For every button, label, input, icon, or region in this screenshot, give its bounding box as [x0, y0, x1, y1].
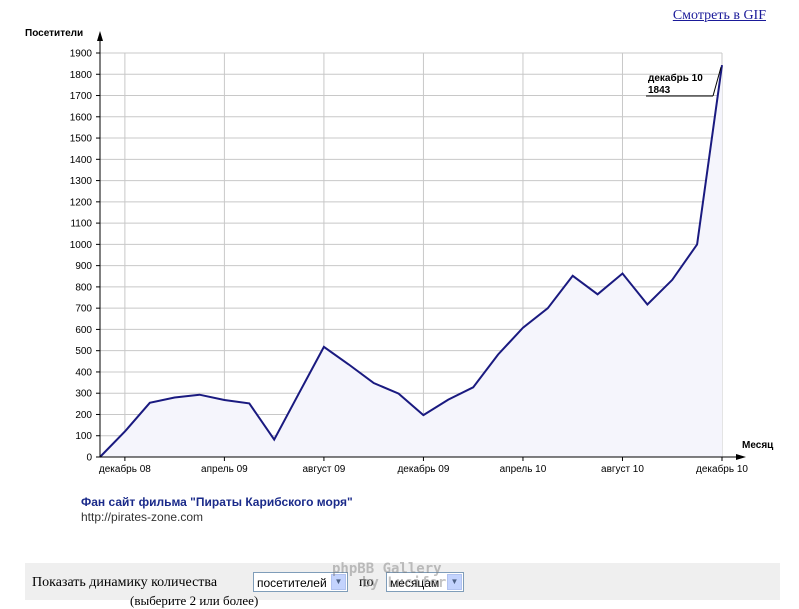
x-tick-label: август 09: [302, 464, 345, 475]
y-axis-title: Посетители: [25, 28, 83, 39]
y-tick-label: 1800: [70, 70, 93, 81]
y-tick-label: 300: [75, 389, 92, 400]
y-tick-label: 200: [75, 410, 92, 421]
watermark-line-2: by Lucifer: [362, 575, 447, 591]
y-tick-label: 1600: [70, 112, 93, 123]
y-tick-label: 1000: [70, 240, 93, 251]
quantity-select-value: посетителей: [257, 576, 327, 590]
y-tick-label: 1700: [70, 91, 93, 102]
x-tick-label: декабрь 08: [99, 463, 151, 475]
y-axis-arrow: [97, 31, 103, 41]
chevron-down-icon: ▼: [447, 574, 462, 590]
y-tick-label: 1400: [70, 155, 93, 166]
x-tick-label: декабрь 10: [696, 463, 748, 475]
y-tick-label: 1100: [70, 219, 92, 230]
y-tick-label: 700: [75, 304, 92, 315]
watermark-line-1: phpBB Gallery: [332, 561, 442, 577]
y-tick-labels: 0 100 200 300 400 500 600 700 800 900 1000 1100 1200…: [70, 49, 93, 464]
x-tick-label: август 10: [601, 464, 644, 475]
y-tick-label: 0: [86, 453, 92, 464]
site-url: http://pirates-zone.com: [81, 510, 204, 524]
y-tick-label: 1300: [70, 176, 93, 187]
annotation-label: декабрь 10: [648, 72, 703, 84]
x-tick-label: декабрь 09: [397, 463, 449, 475]
x-tick-label: апрель 10: [500, 464, 547, 475]
x-tick-label: апрель 09: [201, 464, 248, 475]
x-axis-arrow: [736, 454, 746, 460]
show-dynamics-label: Показать динамику количества: [32, 575, 218, 590]
visitors-chart: 0 100 200 300 400 500 600 700 800 900 1000 1100 1200…: [25, 28, 774, 475]
x-tick-labels: декабрь 08 апрель 09 август 09 декабрь 09 ап…: [99, 463, 749, 475]
site-title: Фан сайт фильма "Пираты Карибского моря": [81, 495, 353, 509]
y-tick-label: 400: [75, 367, 92, 378]
peak-annotation: декабрь 10 1843: [646, 66, 722, 97]
series-area: [100, 65, 722, 457]
annotation-value: 1843: [648, 85, 671, 96]
y-tick-label: 600: [75, 325, 92, 336]
gallery-watermark: phpBB Gallery by Lucifer: [332, 562, 446, 590]
y-tick-label: 1900: [70, 49, 93, 60]
y-tick-label: 800: [75, 282, 92, 293]
selection-hint: (выберите 2 или более): [130, 593, 259, 608]
y-tick-label: 1200: [70, 197, 93, 208]
y-tick-label: 1500: [70, 134, 93, 145]
y-tick-label: 900: [75, 261, 92, 272]
x-axis-title: Месяц: [742, 440, 774, 451]
y-tick-label: 100: [75, 431, 92, 442]
y-tick-label: 500: [75, 346, 92, 357]
